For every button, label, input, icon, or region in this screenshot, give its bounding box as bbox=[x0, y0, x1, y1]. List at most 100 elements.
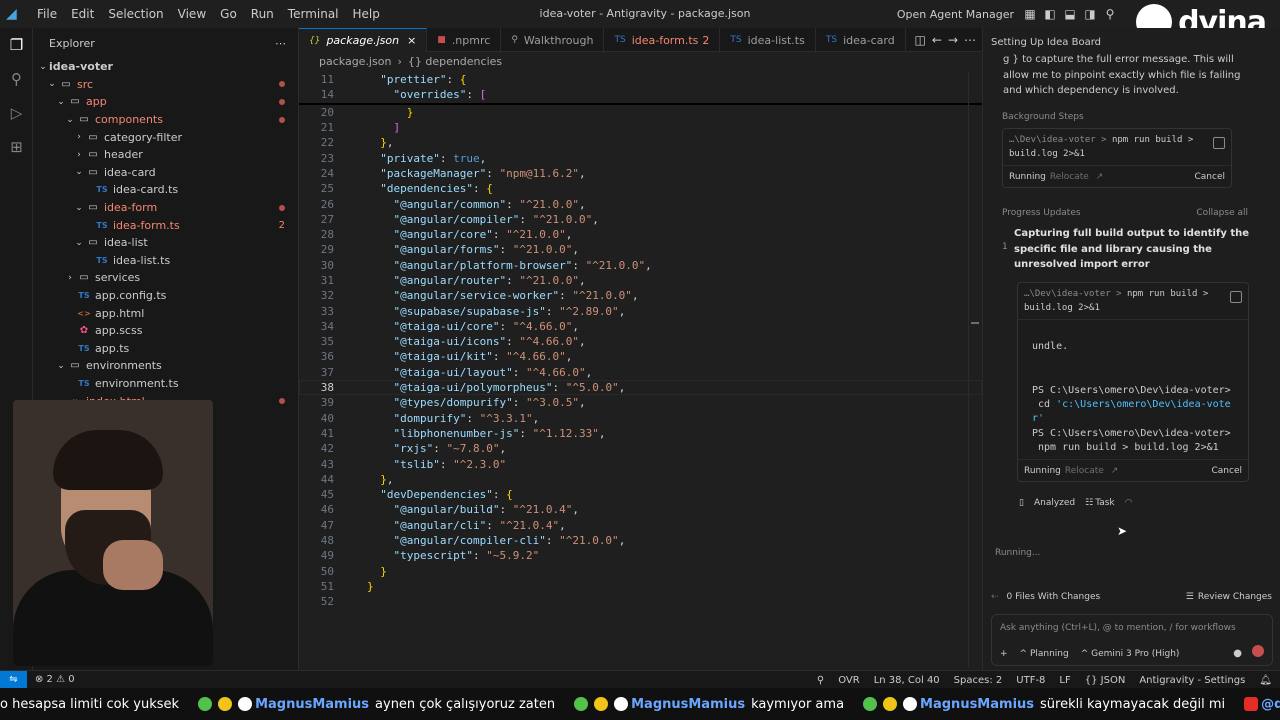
tree-item[interactable]: ⌄ ▭ src bbox=[33, 76, 298, 94]
code-line[interactable]: 41 "libphonenumber-js": "^1.12.33", bbox=[299, 426, 982, 441]
code-line[interactable]: 49 "typescript": "~5.9.2" bbox=[299, 548, 982, 563]
tree-item[interactable]: › ▭ category-filter bbox=[33, 128, 298, 146]
tree-item[interactable]: TS idea-form.ts 2 bbox=[33, 216, 298, 234]
code-line[interactable]: 27 "@angular/compiler": "^21.0.0", bbox=[299, 212, 982, 227]
tree-item[interactable]: › ▭ header bbox=[33, 146, 298, 164]
editor-tab[interactable]: TS idea-card bbox=[816, 28, 906, 52]
menu-file[interactable]: File bbox=[30, 7, 64, 21]
code-line[interactable]: 21 ] bbox=[299, 120, 982, 135]
code-line[interactable]: 35 "@taiga-ui/icons": "^4.66.0", bbox=[299, 334, 982, 349]
encoding[interactable]: UTF-8 bbox=[1016, 675, 1045, 686]
menu-run[interactable]: Run bbox=[244, 7, 281, 21]
collapse-all-button[interactable]: Collapse all bbox=[1196, 208, 1248, 218]
code-line[interactable]: 38 "@taiga-ui/polymorpheus": "^5.0.0", bbox=[299, 380, 982, 395]
search-icon[interactable]: ⚲ bbox=[1100, 4, 1120, 24]
code-line[interactable]: 14 "overrides": [ bbox=[299, 87, 982, 102]
code-line[interactable]: 29 "@angular/forms": "^21.0.0", bbox=[299, 242, 982, 257]
tree-item[interactable]: <> app.html bbox=[33, 304, 298, 322]
tree-item[interactable]: ⌄ ▭ components bbox=[33, 111, 298, 129]
tree-item[interactable]: TS environment.ts bbox=[33, 375, 298, 393]
problems-indicator[interactable]: ⊗ 2 ⚠ 0 bbox=[35, 674, 75, 685]
tree-item[interactable]: TS app.config.ts bbox=[33, 287, 298, 305]
cancel-button[interactable]: Cancel bbox=[1195, 172, 1226, 182]
go-forward-icon[interactable]: → bbox=[948, 33, 958, 47]
indentation[interactable]: Spaces: 2 bbox=[954, 675, 1003, 686]
code-line[interactable]: 30 "@angular/platform-browser": "^21.0.0… bbox=[299, 258, 982, 273]
code-line[interactable]: 46 "@angular/build": "^21.0.4", bbox=[299, 502, 982, 517]
code-line[interactable]: 45 "devDependencies": { bbox=[299, 487, 982, 502]
split-editor-icon[interactable]: ◫ bbox=[915, 33, 926, 47]
zoom-icon[interactable]: ⚲ bbox=[817, 675, 824, 686]
code-line[interactable]: 20 } bbox=[299, 105, 982, 120]
microphone-icon[interactable]: ● bbox=[1233, 648, 1242, 659]
task-label[interactable]: Task bbox=[1095, 498, 1114, 508]
tree-item[interactable]: ⌄ ▭ app bbox=[33, 93, 298, 111]
end-of-line[interactable]: LF bbox=[1059, 675, 1070, 686]
menu-view[interactable]: View bbox=[171, 7, 213, 21]
relocate-link[interactable]: Relocate bbox=[1050, 172, 1089, 182]
code-line[interactable]: 39 "@types/dompurify": "^3.0.5", bbox=[299, 395, 982, 410]
copy-icon[interactable] bbox=[1230, 291, 1242, 303]
code-line[interactable]: 51} bbox=[299, 579, 982, 594]
code-line[interactable]: 36 "@taiga-ui/kit": "^4.66.0", bbox=[299, 349, 982, 364]
code-line[interactable]: 24 "packageManager": "npm@11.6.2", bbox=[299, 166, 982, 181]
editor-scrollbar[interactable] bbox=[968, 72, 980, 668]
code-line[interactable]: 26 "@angular/common": "^21.0.0", bbox=[299, 196, 982, 211]
menu-selection[interactable]: Selection bbox=[101, 7, 170, 21]
code-line[interactable]: 48 "@angular/compiler-cli": "^21.0.0", bbox=[299, 533, 982, 548]
toggle-sidebar-icon[interactable]: ◧ bbox=[1040, 4, 1060, 24]
editor-tab[interactable]: TS idea-form.ts 2 bbox=[604, 28, 721, 52]
model-selector[interactable]: ^ Gemini 3 Pro (High) bbox=[1081, 649, 1180, 659]
breadcrumb-node[interactable]: {} dependencies bbox=[408, 55, 502, 68]
files-with-changes[interactable]: 0 Files With Changes bbox=[1007, 592, 1101, 602]
code-line[interactable]: 52 bbox=[299, 594, 982, 609]
code-line[interactable]: 47 "@angular/cli": "^21.0.4", bbox=[299, 518, 982, 533]
run-debug-icon[interactable]: ▷ bbox=[0, 96, 33, 130]
editor-tab[interactable]: ⚲ Walkthrough bbox=[501, 28, 605, 52]
back-icon[interactable]: ⇠ bbox=[991, 592, 999, 602]
code-editor[interactable]: 11 "prettier": {14 "overrides": [20 } 21 … bbox=[299, 70, 982, 630]
toggle-secondary-sidebar-icon[interactable]: ◨ bbox=[1080, 4, 1100, 24]
toggle-panel-icon[interactable]: ⬓ bbox=[1060, 4, 1080, 24]
explorer-icon[interactable]: ❐ bbox=[0, 28, 33, 62]
chat-input[interactable]: Ask anything (Ctrl+L), @ to mention, / f… bbox=[992, 615, 1272, 633]
review-changes-button[interactable]: Review Changes bbox=[1198, 592, 1272, 602]
ovr-indicator[interactable]: OVR bbox=[838, 675, 859, 686]
editor-tab[interactable]: TS idea-list.ts bbox=[720, 28, 816, 52]
code-line[interactable]: 28 "@angular/core": "^21.0.0", bbox=[299, 227, 982, 242]
code-line[interactable]: 40 "dompurify": "^3.3.1", bbox=[299, 411, 982, 426]
tree-item[interactable]: ⌄ ▭ idea-form bbox=[33, 199, 298, 217]
go-back-icon[interactable]: ← bbox=[932, 33, 942, 47]
code-line[interactable]: 32 "@angular/service-worker": "^21.0.0", bbox=[299, 288, 982, 303]
tree-item[interactable]: TS app.ts bbox=[33, 340, 298, 358]
chat-input-box[interactable]: Ask anything (Ctrl+L), @ to mention, / f… bbox=[991, 614, 1273, 666]
code-line[interactable]: 33 "@supabase/supabase-js": "^2.89.0", bbox=[299, 303, 982, 318]
remote-icon[interactable]: ⇋ bbox=[0, 670, 27, 689]
language-mode[interactable]: {} JSON bbox=[1085, 675, 1126, 686]
tree-item[interactable]: ⌄ ▭ environments bbox=[33, 357, 298, 375]
menu-help[interactable]: Help bbox=[346, 7, 387, 21]
editor-tab[interactable]: {} package.json × bbox=[299, 28, 428, 52]
more-actions-icon[interactable]: ⋯ bbox=[964, 33, 976, 47]
notifications-icon[interactable]: 🔔︎ bbox=[1259, 675, 1272, 686]
cancel-button[interactable]: Cancel bbox=[1212, 466, 1243, 476]
layout-icon[interactable]: ▦ bbox=[1020, 4, 1040, 24]
menu-terminal[interactable]: Terminal bbox=[281, 7, 346, 21]
code-line[interactable]: 23 "private": true, bbox=[299, 150, 982, 165]
extensions-icon[interactable]: ⊞ bbox=[0, 130, 33, 164]
tree-item[interactable]: › ▭ services bbox=[33, 269, 298, 287]
tree-item[interactable]: ⌄ idea-voter bbox=[33, 58, 298, 76]
code-line[interactable]: 31 "@angular/router": "^21.0.0", bbox=[299, 273, 982, 288]
tree-item[interactable]: TS idea-card.ts bbox=[33, 181, 298, 199]
stop-button[interactable] bbox=[1252, 645, 1264, 657]
cursor-position[interactable]: Ln 38, Col 40 bbox=[874, 675, 940, 686]
code-line[interactable]: 44 }, bbox=[299, 472, 982, 487]
settings-item[interactable]: Antigravity - Settings bbox=[1139, 675, 1245, 686]
menu-edit[interactable]: Edit bbox=[64, 7, 101, 21]
copy-icon[interactable] bbox=[1213, 137, 1225, 149]
code-line[interactable]: 25 "dependencies": { bbox=[299, 181, 982, 196]
tree-item[interactable]: TS idea-list.ts bbox=[33, 252, 298, 270]
close-icon[interactable]: × bbox=[407, 34, 416, 47]
breadcrumb-file[interactable]: package.json bbox=[319, 55, 391, 68]
open-agent-manager-button[interactable]: Open Agent Manager bbox=[897, 8, 1014, 21]
